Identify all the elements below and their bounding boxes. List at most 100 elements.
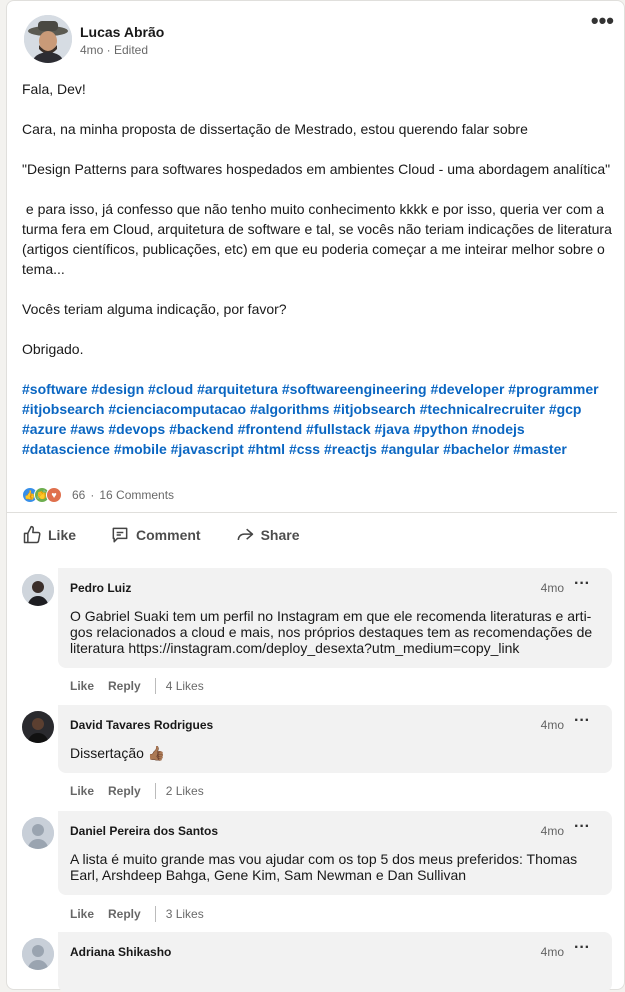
commenter-avatar[interactable] xyxy=(22,574,54,606)
comment-item: Pedro Luiz 4mo ··· O Gabriel Suaki tem u… xyxy=(22,568,614,708)
post-paragraph: Vocês teriam alguma indicação, por favor… xyxy=(22,301,287,317)
post-paragraph: Fala, Dev! xyxy=(22,81,86,97)
comment-text: O Gabriel Suaki tem um perfil no Instagr… xyxy=(70,608,593,656)
comment-reply-button[interactable]: Reply xyxy=(108,784,141,798)
commenter-name[interactable]: David Tavares Rodrigues xyxy=(70,717,600,733)
hashtag-link[interactable]: #cloud xyxy=(148,381,193,397)
comment-actions: Like Reply 4 Likes xyxy=(70,678,204,694)
commenter-name[interactable]: Daniel Pereira dos Santos xyxy=(70,823,600,839)
love-reaction-icon: ♥ xyxy=(46,487,62,503)
hashtag-link[interactable]: #nodejs xyxy=(472,421,525,437)
reaction-icons[interactable]: 👍 👏 ♥ xyxy=(22,487,62,503)
commenter-avatar[interactable] xyxy=(22,938,54,970)
hashtag-link[interactable]: #backend xyxy=(169,421,234,437)
post-text: Fala, Dev! Cara, na minha proposta de di… xyxy=(22,79,612,459)
post-author[interactable]: Lucas Abrão 4mo · Edited xyxy=(24,15,164,63)
like-button[interactable]: Like xyxy=(22,519,76,551)
hashtag-link[interactable]: #software xyxy=(22,381,87,397)
hashtag-link[interactable]: #angular xyxy=(381,441,439,457)
hashtag-link[interactable]: #design xyxy=(91,381,144,397)
post-timestamp: 4mo · Edited xyxy=(80,43,149,57)
hashtag-link[interactable]: #reactjs xyxy=(324,441,377,457)
hashtag-link[interactable]: #devops xyxy=(108,421,165,437)
post-card: Lucas Abrão 4mo · Edited ••• Fala, Dev! … xyxy=(6,0,625,992)
post-paragraph: Cara, na minha proposta de dissertação d… xyxy=(22,121,528,137)
comment-actions: Like Reply 3 Likes xyxy=(70,906,204,922)
comment-bubble: Daniel Pereira dos Santos 4mo ··· A list… xyxy=(58,811,612,895)
comments-count[interactable]: 16 Comments xyxy=(99,488,174,502)
comment-time: 4mo xyxy=(540,945,564,959)
divider xyxy=(7,512,617,513)
thumbs-up-icon xyxy=(23,525,41,544)
comment-likes-count[interactable]: 4 Likes xyxy=(166,679,204,693)
comment-reply-button[interactable]: Reply xyxy=(108,679,141,693)
hashtag-link[interactable]: #java xyxy=(375,421,410,437)
comment-button[interactable]: Comment xyxy=(110,519,201,551)
comment-like-button[interactable]: Like xyxy=(70,679,94,693)
comment-bubble: Pedro Luiz 4mo ··· O Gabriel Suaki tem u… xyxy=(58,568,612,668)
hashtag-link[interactable]: #algorithms xyxy=(250,401,329,417)
post-paragraph: "Design Patterns para softwares hospedad… xyxy=(22,161,611,177)
divider xyxy=(154,678,156,694)
comment-text: A lista é muito grande mas vou ajudar co… xyxy=(70,851,578,883)
hashtag-link[interactable]: #javascript xyxy=(171,441,244,457)
comment-item: Adriana Shikasho 4mo ··· xyxy=(22,932,614,992)
hashtag-link[interactable]: #developer xyxy=(430,381,504,397)
comment-likes-count[interactable]: 3 Likes xyxy=(166,907,204,921)
reactions-count[interactable]: 66 xyxy=(72,488,85,502)
comment-bubble: David Tavares Rodrigues 4mo ··· Disserta… xyxy=(58,705,612,773)
hashtag-link[interactable]: #technicalrecruiter xyxy=(420,401,545,417)
hashtag-link[interactable]: #mobile xyxy=(114,441,167,457)
commenter-name[interactable]: Pedro Luiz xyxy=(70,580,600,596)
comment-more-dots-icon[interactable]: ··· xyxy=(574,938,590,958)
post-actions: Like Comment Share xyxy=(22,519,334,551)
hashtag-link[interactable]: #bachelor xyxy=(443,441,509,457)
author-avatar[interactable] xyxy=(24,15,72,63)
author-name[interactable]: Lucas Abrão xyxy=(80,23,164,41)
comment-item: Daniel Pereira dos Santos 4mo ··· A list… xyxy=(22,811,614,931)
comment-bubble: Adriana Shikasho 4mo ··· xyxy=(58,932,612,992)
comment-time: 4mo xyxy=(540,824,564,838)
hashtag-link[interactable]: #cienciacomputacao xyxy=(108,401,246,417)
social-counts: 👍 👏 ♥ 66 · 16 Comments xyxy=(22,487,174,503)
hashtag-link[interactable]: #itjobsearch xyxy=(22,401,104,417)
hashtag-link[interactable]: #python xyxy=(413,421,467,437)
comment-more-dots-icon[interactable]: ··· xyxy=(574,711,590,731)
comment-like-button[interactable]: Like xyxy=(70,784,94,798)
hashtag-list: #software #design #cloud #arquitetura #s… xyxy=(22,379,612,459)
commenter-avatar[interactable] xyxy=(22,817,54,849)
comment-more-dots-icon[interactable]: ··· xyxy=(574,574,590,594)
count-separator: · xyxy=(90,488,95,502)
hashtag-link[interactable]: #gcp xyxy=(549,401,582,417)
more-dots-icon[interactable]: ••• xyxy=(591,10,614,32)
commenter-name[interactable]: Adriana Shikasho xyxy=(70,944,600,960)
share-label: Share xyxy=(260,527,300,543)
comment-actions: Like Reply 2 Likes xyxy=(70,783,204,799)
hashtag-link[interactable]: #arquitetura xyxy=(197,381,278,397)
comment-icon xyxy=(112,527,128,543)
share-arrow-icon xyxy=(237,528,253,541)
hashtag-link[interactable]: #itjobsearch xyxy=(333,401,415,417)
post-paragraph: e para isso, já confesso que não tenho m… xyxy=(22,201,616,277)
comment-reply-button[interactable]: Reply xyxy=(108,907,141,921)
hashtag-link[interactable]: #datascience xyxy=(22,441,110,457)
comment-time: 4mo xyxy=(540,581,564,595)
comment-more-dots-icon[interactable]: ··· xyxy=(574,817,590,837)
hashtag-link[interactable]: #master xyxy=(513,441,567,457)
share-button[interactable]: Share xyxy=(235,519,300,551)
hashtag-link[interactable]: #programmer xyxy=(508,381,598,397)
divider xyxy=(154,783,156,799)
hashtag-link[interactable]: #softwareengineering xyxy=(282,381,427,397)
hashtag-link[interactable]: #html xyxy=(248,441,285,457)
like-label: Like xyxy=(48,527,77,543)
divider xyxy=(154,906,156,922)
hashtag-link[interactable]: #frontend xyxy=(238,421,303,437)
hashtag-link[interactable]: #azure xyxy=(22,421,66,437)
comment-like-button[interactable]: Like xyxy=(70,907,94,921)
hashtag-link[interactable]: #css xyxy=(289,441,320,457)
hashtag-link[interactable]: #aws xyxy=(70,421,104,437)
commenter-avatar[interactable] xyxy=(22,711,54,743)
hashtag-link[interactable]: #fullstack xyxy=(306,421,371,437)
comment-likes-count[interactable]: 2 Likes xyxy=(166,784,204,798)
post-paragraph: Obrigado. xyxy=(22,341,84,357)
